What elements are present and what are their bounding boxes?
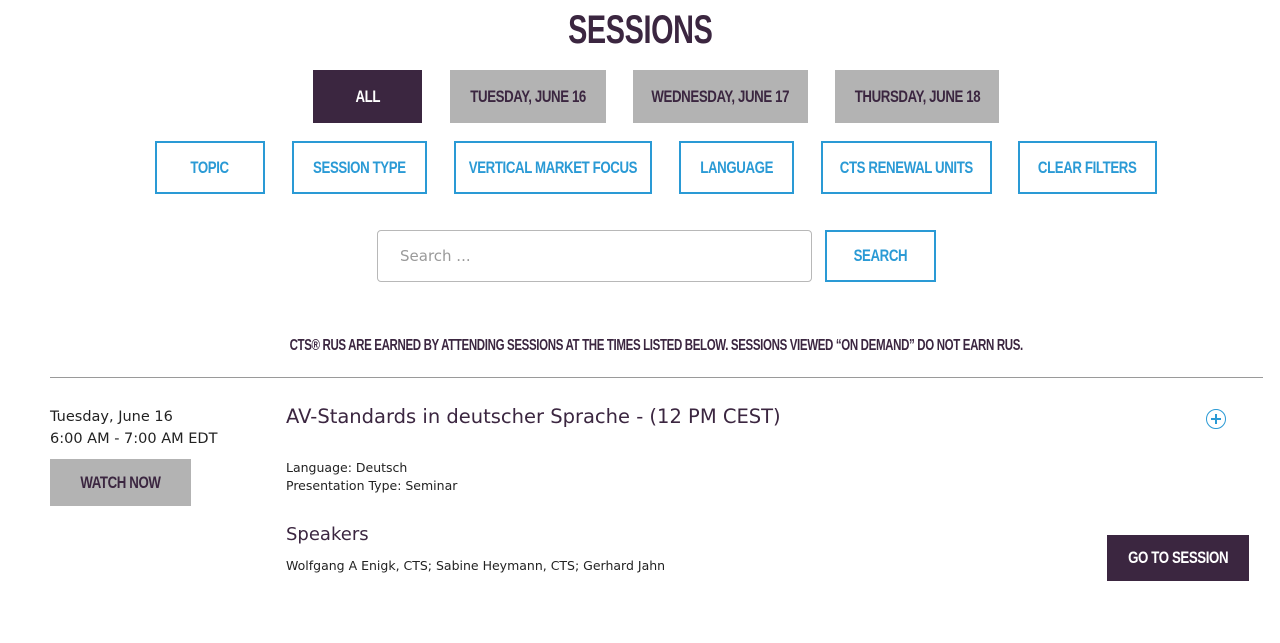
page-title: SESSIONS (0, 8, 1280, 53)
go-to-session-button[interactable]: Go to Session (1107, 535, 1249, 581)
tab-wednesday-label: Wednesday, June 17 (651, 86, 790, 106)
speakers-heading: Speakers (286, 524, 369, 545)
filter-cts-renewal-units-button[interactable]: CTS Renewal Units (821, 141, 992, 194)
filter-language-label: Language (700, 157, 773, 177)
tab-tuesday-june-16[interactable]: Tuesday, June 16 (450, 70, 606, 123)
filter-topic-label: Topic (190, 157, 230, 177)
page-title-text: SESSIONS (567, 8, 713, 52)
divider (50, 377, 1263, 378)
tab-all[interactable]: All (313, 70, 422, 123)
filter-topic-button[interactable]: Topic (155, 141, 265, 194)
plus-circle-icon[interactable] (1206, 409, 1226, 429)
session-title[interactable]: AV-Standards in deutscher Sprache - (12 … (286, 405, 781, 428)
session-date: Tuesday, June 16 (50, 409, 173, 425)
filter-session-type-label: Session Type (313, 157, 406, 177)
watch-now-button[interactable]: Watch Now (50, 459, 191, 506)
session-time: 6:00 AM - 7:00 AM EDT (50, 431, 218, 447)
filter-vertical-market-label: Vertical Market Focus (468, 157, 638, 177)
session-datetime: Tuesday, June 16 6:00 AM - 7:00 AM EDT (50, 406, 217, 450)
session-meta: Language: Deutsch Presentation Type: Sem… (286, 459, 457, 495)
tab-wednesday-june-17[interactable]: Wednesday, June 17 (633, 70, 808, 123)
tab-tuesday-label: Tuesday, June 16 (470, 86, 586, 106)
watch-now-label: Watch Now (80, 472, 161, 492)
tab-thursday-label: Thursday, June 18 (854, 86, 980, 106)
rus-notice: CTS® RUs are earned by attending session… (0, 337, 1280, 355)
search-input[interactable] (377, 230, 812, 282)
tab-all-label: All (355, 86, 380, 106)
search-button-label: Search (853, 246, 908, 265)
clear-filters-button[interactable]: Clear Filters (1018, 141, 1157, 194)
clear-filters-label: Clear Filters (1038, 157, 1137, 177)
go-to-session-label: Go to Session (1127, 548, 1229, 567)
tab-thursday-june-18[interactable]: Thursday, June 18 (835, 70, 999, 123)
filter-session-type-button[interactable]: Session Type (292, 141, 427, 194)
search-button[interactable]: Search (825, 230, 936, 282)
filter-cts-renewal-units-label: CTS Renewal Units (839, 157, 974, 177)
session-language: Language: Deutsch (286, 460, 408, 475)
session-presentation-type: Presentation Type: Seminar (286, 478, 458, 493)
rus-notice-text: CTS® RUs are earned by attending session… (289, 337, 1023, 354)
speakers-list: Wolfgang A Enigk, CTS; Sabine Heymann, C… (286, 558, 666, 573)
filter-vertical-market-button[interactable]: Vertical Market Focus (454, 141, 652, 194)
filter-language-button[interactable]: Language (679, 141, 794, 194)
